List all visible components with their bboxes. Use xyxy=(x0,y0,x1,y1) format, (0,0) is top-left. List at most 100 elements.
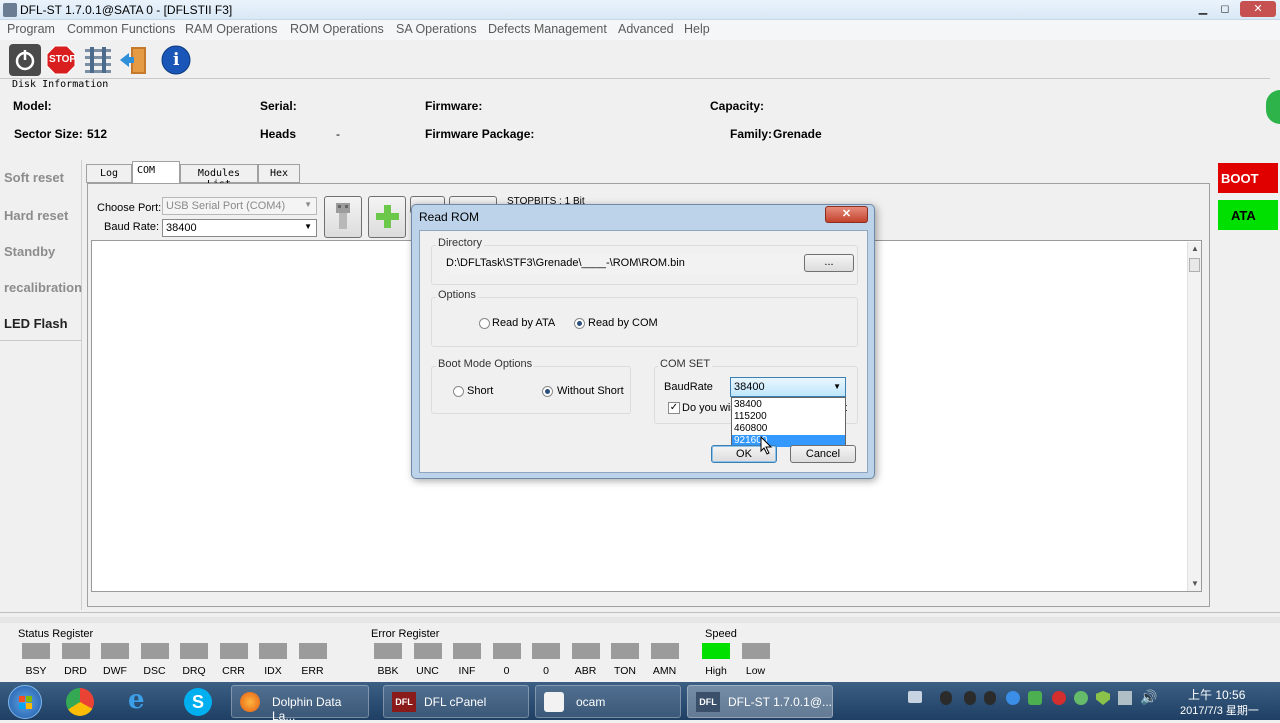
menu-advanced[interactable]: Advanced xyxy=(618,22,674,36)
dialog-body: Directory D:\DFLTask\STF3\Grenade\____-\… xyxy=(419,230,868,473)
port-select-value: USB Serial Port (COM4) xyxy=(166,200,286,212)
power-icon xyxy=(15,50,35,71)
cancel-button[interactable]: Cancel xyxy=(790,445,856,463)
tab-com[interactable]: COM xyxy=(132,161,180,184)
status-led-6 xyxy=(259,643,287,659)
volume-icon[interactable]: 🔊 xyxy=(1140,689,1157,706)
menu-help[interactable]: Help xyxy=(684,22,710,36)
status-led-2 xyxy=(101,643,129,659)
standby-button[interactable]: Standby xyxy=(4,244,55,259)
qq-icon-2[interactable] xyxy=(964,691,976,705)
status-led-label: DRQ xyxy=(182,665,206,677)
baud-option-115200[interactable]: 115200 xyxy=(734,411,844,423)
log-scrollbar[interactable]: ▲ ▼ xyxy=(1187,242,1201,591)
read-by-com-label[interactable]: Read by COM xyxy=(588,317,658,329)
chevron-down-icon: ▼ xyxy=(833,382,841,391)
tab-hex[interactable]: Hex xyxy=(258,164,300,183)
ie-icon[interactable]: e xyxy=(128,685,145,715)
baud-option-460800[interactable]: 460800 xyxy=(734,423,844,435)
task-dfl-st[interactable]: DFL DFL-ST 1.7.0.1@... xyxy=(687,685,833,718)
menu-sa-operations[interactable]: SA Operations xyxy=(396,22,477,36)
connect-port-button[interactable] xyxy=(324,196,362,238)
dialog-close-button[interactable]: ✕ xyxy=(825,206,868,223)
tray-plus-icon[interactable] xyxy=(1074,691,1088,705)
error-led-label: 0 xyxy=(503,665,510,677)
menu-program[interactable]: Program xyxy=(7,22,55,36)
tab-log[interactable]: Log xyxy=(86,164,132,183)
skype-icon[interactable]: S xyxy=(184,688,212,716)
baudrate-dropdown-list: 38400 115200 460800 921600 xyxy=(731,397,846,447)
task-ocam[interactable]: ocam xyxy=(535,685,681,718)
shield-icon[interactable] xyxy=(1096,691,1110,705)
baudrate-select[interactable]: 38400 ▼ xyxy=(730,377,846,397)
mouse-cursor-icon xyxy=(760,436,773,455)
minimize-button[interactable]: ▁ xyxy=(1192,1,1214,17)
status-led-label: DRD xyxy=(64,665,87,677)
confirm-checkbox[interactable]: ✓ xyxy=(668,402,680,414)
read-by-ata-radio[interactable] xyxy=(479,318,490,329)
menu-rom-operations[interactable]: ROM Operations xyxy=(290,22,384,36)
error-led-label: UNC xyxy=(416,665,439,677)
hard-reset-button[interactable]: Hard reset xyxy=(4,208,68,223)
browse-button[interactable]: ... xyxy=(804,254,854,272)
soft-reset-button[interactable]: Soft reset xyxy=(4,170,64,185)
close-button[interactable]: ✕ xyxy=(1240,1,1276,17)
start-button[interactable] xyxy=(8,685,42,719)
menu-defects-management[interactable]: Defects Management xyxy=(488,22,607,36)
speed-led-label: High xyxy=(705,665,727,677)
stop-label: STOP xyxy=(49,54,77,65)
keyboard-icon[interactable] xyxy=(908,691,922,703)
without-short-label[interactable]: Without Short xyxy=(557,385,624,397)
clock-date[interactable]: 2017/7/3 星期一 xyxy=(1180,702,1259,718)
options-title: Options xyxy=(436,289,478,301)
heads-value: - xyxy=(336,127,340,141)
network-icon[interactable] xyxy=(1118,691,1132,705)
left-panel-divider xyxy=(0,340,82,341)
short-label[interactable]: Short xyxy=(467,385,493,397)
baud-rate-select[interactable]: 38400 ▼ xyxy=(162,219,317,237)
menu-common-functions[interactable]: Common Functions xyxy=(67,22,175,36)
error-led-1 xyxy=(413,643,442,659)
task-dolphin[interactable]: Dolphin Data La... xyxy=(231,685,369,723)
tray-blue-icon[interactable] xyxy=(1006,691,1020,705)
confirm-checkbox-label[interactable]: Do you wis xyxy=(682,402,736,414)
boot-mode-title: Boot Mode Options xyxy=(436,358,535,370)
short-radio[interactable] xyxy=(453,386,464,397)
baud-option-38400[interactable]: 38400 xyxy=(734,399,844,411)
tray-green-icon[interactable] xyxy=(1028,691,1042,705)
right-status-panel: BOOT ATA xyxy=(1216,160,1280,610)
led-flash-button[interactable]: LED Flash xyxy=(4,316,68,331)
read-by-com-radio[interactable] xyxy=(574,318,585,329)
port-select[interactable]: USB Serial Port (COM4) ▼ xyxy=(162,197,317,215)
qq-icon[interactable] xyxy=(940,691,952,705)
tab-modules-list[interactable]: Modules List xyxy=(180,164,258,190)
menu-ram-operations[interactable]: RAM Operations xyxy=(185,22,277,36)
chevron-down-icon: ▼ xyxy=(304,222,312,231)
stop-button[interactable]: STOP xyxy=(45,44,77,76)
without-short-radio[interactable] xyxy=(542,386,553,397)
scroll-down-icon[interactable]: ▼ xyxy=(1191,579,1199,588)
maximize-button[interactable]: ◻ xyxy=(1214,1,1236,17)
error-led-label: ABR xyxy=(574,665,597,677)
recalibration-button[interactable]: recalibration xyxy=(4,280,82,295)
exit-button[interactable] xyxy=(118,44,150,76)
power-button[interactable] xyxy=(9,44,41,76)
qq-icon-3[interactable] xyxy=(984,691,996,705)
windows-taskbar: e S Dolphin Data La... DFL DFL cPanel oc… xyxy=(0,682,1280,723)
settings-list-button[interactable] xyxy=(82,44,114,76)
add-button[interactable] xyxy=(368,196,406,238)
chrome-icon[interactable] xyxy=(66,688,94,716)
chevron-down-icon: ▼ xyxy=(304,200,312,209)
tray-red-icon[interactable] xyxy=(1052,691,1066,705)
directory-input[interactable]: D:\DFLTask\STF3\Grenade\____-\ROM\ROM.bi… xyxy=(444,255,802,273)
speed-led-label: Low xyxy=(745,665,766,677)
scroll-thumb[interactable] xyxy=(1189,258,1200,272)
model-label: Model: xyxy=(13,99,52,113)
disk-information: Disk Information Model: Serial: Firmware… xyxy=(0,78,1270,154)
scroll-up-icon[interactable]: ▲ xyxy=(1191,244,1199,253)
clock-time[interactable]: 上午 10:56 xyxy=(1188,686,1245,703)
task-dfl-cpanel[interactable]: DFL DFL cPanel xyxy=(383,685,529,718)
read-by-ata-label[interactable]: Read by ATA xyxy=(492,317,555,329)
info-button[interactable]: i xyxy=(160,44,192,76)
ata-indicator: ATA xyxy=(1218,200,1278,230)
